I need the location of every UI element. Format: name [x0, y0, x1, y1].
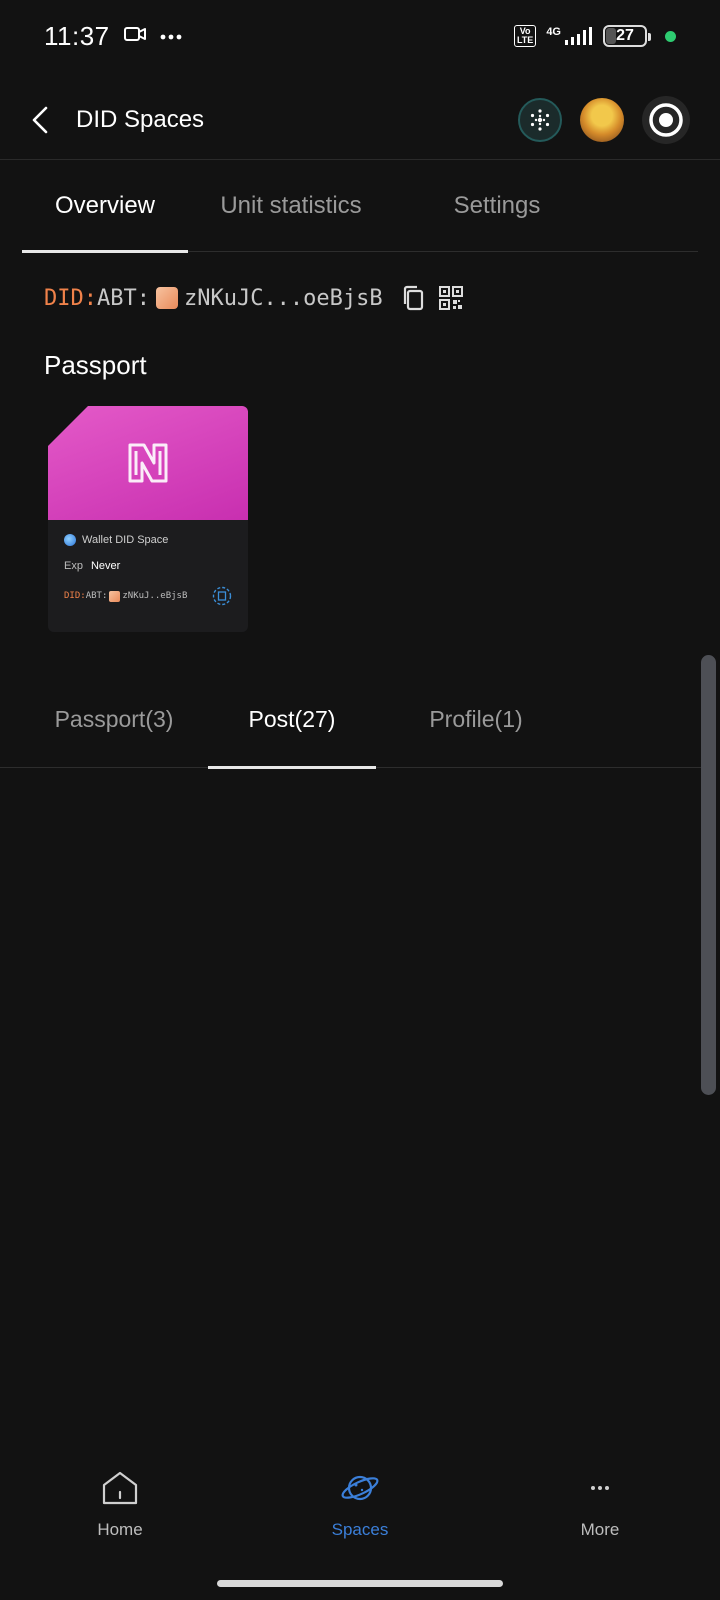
- passport-exp-row: Exp Never: [64, 560, 232, 572]
- page-title: DID Spaces: [76, 105, 205, 133]
- tab-label: Unit statistics: [220, 192, 362, 219]
- scrollbar[interactable]: [701, 655, 716, 1095]
- status-right: Vo LTE 4G 27: [513, 25, 676, 47]
- passport-did: DID: ABT: zNKuJ..eBjsB: [64, 586, 232, 606]
- card-did-value: zNKuJ..eBjsB: [122, 591, 188, 601]
- bottom-nav: Home Spaces More: [0, 1468, 720, 1568]
- ai-assistant-icon: [530, 108, 550, 131]
- record-button[interactable]: [642, 95, 690, 144]
- tab-settings[interactable]: Settings: [394, 160, 600, 252]
- tab-profile[interactable]: Profile(1): [376, 670, 576, 768]
- home-icon: [100, 1468, 140, 1508]
- nav-spaces[interactable]: Spaces: [260, 1468, 460, 1568]
- chevron-left-icon: [32, 106, 48, 133]
- status-bar: 11:37 Vo LTE 4G 27: [0, 0, 720, 72]
- card-did-prefix: DID:: [64, 591, 86, 601]
- content-tabs: Passport(3) Post(27) Profile(1): [0, 670, 702, 769]
- network-type: 4G: [546, 26, 561, 38]
- tab-label: Passport(3): [54, 705, 174, 732]
- tab-passport[interactable]: Passport(3): [0, 670, 228, 768]
- privacy-indicator: [665, 30, 676, 42]
- tab-label: Post(27): [248, 705, 336, 732]
- app-header: DID Spaces: [0, 80, 720, 160]
- did-address: DID: ABT: zNKuJC...oeBjsB: [44, 280, 465, 316]
- did-avatar: [155, 287, 178, 309]
- planet-icon: [340, 1468, 380, 1508]
- user-avatar[interactable]: [580, 97, 624, 142]
- passport-card-header: [48, 406, 248, 520]
- did-prefix: DID:: [44, 285, 97, 311]
- ai-assistant-button[interactable]: [518, 97, 562, 142]
- tab-unit-statistics[interactable]: Unit statistics: [188, 160, 394, 252]
- status-left: 11:37: [44, 21, 182, 52]
- back-button[interactable]: [30, 102, 66, 138]
- passport-heading: Passport: [44, 350, 147, 380]
- qr-code-icon[interactable]: [437, 284, 465, 312]
- header-actions: [518, 95, 690, 144]
- exp-value: Never: [90, 560, 121, 572]
- nav-label: Home: [97, 1520, 143, 1539]
- more-dots-icon: [580, 1468, 620, 1508]
- nav-more[interactable]: More: [500, 1468, 700, 1568]
- did-method: ABT:: [96, 285, 150, 311]
- nav-label: Spaces: [331, 1520, 389, 1539]
- passport-card-body: Wallet DID Space Exp Never DID: ABT: zNK…: [48, 520, 248, 620]
- copy-icon[interactable]: [399, 284, 427, 312]
- more-dots-icon: [160, 27, 182, 45]
- did-value: zNKuJC...oeBjsB: [183, 285, 383, 311]
- passport-card[interactable]: Wallet DID Space Exp Never DID: ABT: zNK…: [48, 406, 248, 632]
- globe-icon: [64, 534, 76, 546]
- tab-label: Settings: [453, 192, 541, 219]
- exp-label: Exp: [64, 560, 83, 572]
- nav-home[interactable]: Home: [20, 1468, 220, 1568]
- status-time: 11:37: [44, 20, 110, 51]
- tab-overview[interactable]: Overview: [22, 160, 188, 253]
- nav-label: More: [580, 1520, 620, 1539]
- video-camera-icon: [123, 25, 146, 48]
- passport-name-row: Wallet DID Space: [64, 534, 232, 546]
- card-did-avatar: [109, 590, 121, 602]
- card-did-method: ABT:: [85, 591, 108, 601]
- passport-name: Wallet DID Space: [82, 534, 169, 546]
- battery-indicator: 27: [603, 25, 651, 47]
- did-spaces-logo-icon: [128, 443, 168, 483]
- card-scan-icon: [212, 586, 232, 606]
- signal-icon: 4G: [546, 26, 593, 46]
- battery-level: 27: [616, 27, 634, 44]
- tab-label: Overview: [54, 192, 156, 219]
- top-tabs: Overview Unit statistics Settings: [22, 160, 698, 253]
- home-indicator[interactable]: [217, 1580, 503, 1587]
- tab-post[interactable]: Post(27): [208, 670, 376, 769]
- tab-label: Profile(1): [429, 705, 523, 732]
- volte-badge: Vo LTE: [513, 25, 537, 47]
- record-icon: [649, 102, 683, 137]
